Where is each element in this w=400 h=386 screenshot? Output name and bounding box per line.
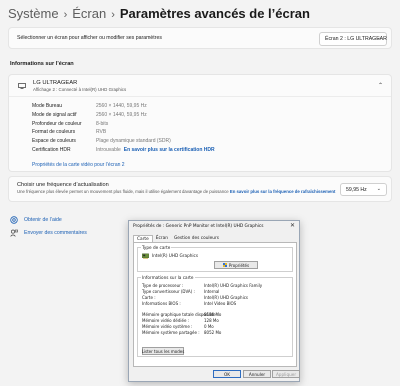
adapter-type-group: Type de carte Intel(R) UHD Graphics Prop… <box>137 245 293 272</box>
breadcrumb-system[interactable]: Système <box>8 6 59 21</box>
refresh-rate-card: Choisir une fréquence d’actualisation Un… <box>8 176 392 202</box>
display-select-label: Sélectionner un écran pour afficher ou m… <box>17 35 162 41</box>
property-row: Certification HDR Introuvable En savoir pl… <box>32 147 382 156</box>
display-info-card: LG ULTRAGEAR Affichage 2 : Connecté à In… <box>8 74 392 172</box>
dialog-title: Propriétés de : Generic PnP Monitor et I… <box>133 224 264 229</box>
dialog-tabs: Carte Écran Gestion des couleurs <box>133 235 222 242</box>
info-key: Informations BIOS : <box>142 301 181 306</box>
adapter-info-group: Informations sur la carte Type de proces… <box>137 275 293 357</box>
chevron-down-icon: ⌄ <box>376 35 381 41</box>
shield-icon <box>222 263 227 267</box>
info-row: Type convertisseur (DVA) : Internal <box>142 289 292 294</box>
display-properties: Mode Bureau 2560 × 1440, 59,95 Hz Mode de… <box>32 103 382 156</box>
list-all-modes-button[interactable]: Lister tous les modes <box>142 347 184 355</box>
refresh-rate-dropdown[interactable]: 59,95 Hz ⌄ <box>340 183 387 196</box>
refresh-rate-description: Une fréquence plus élevée permet un mouv… <box>17 189 229 194</box>
memory-row: Mémoire vidéo dédiée : 128 Mo <box>142 318 292 323</box>
section-title: Informations sur l’écran <box>10 61 74 67</box>
memory-key: Mémoire vidéo système : <box>142 324 193 329</box>
property-key: Format de couleurs <box>32 129 76 136</box>
property-row: Profondeur de couleur 8-bits <box>32 121 382 130</box>
memory-row: Mémoire système partagée : 8052 Mo <box>142 330 292 335</box>
tab-monitor[interactable]: Écran <box>153 235 171 242</box>
memory-value: 0 Mo <box>204 324 214 329</box>
memory-row: Mémoire vidéo système : 0 Mo <box>142 324 292 329</box>
adapter-info-label: Informations sur la carte <box>141 275 195 280</box>
display-select-card: Sélectionner un écran pour afficher ou m… <box>8 27 392 49</box>
refresh-rate-learn-more-link[interactable]: En savoir plus sur la fréquence de rafra… <box>230 189 336 194</box>
feedback-icon <box>10 229 18 237</box>
adapter-properties-dialog: Propriétés de : Generic PnP Monitor et I… <box>128 220 300 382</box>
property-value: Plage dynamique standard (SDR) <box>96 138 171 145</box>
feedback-link[interactable]: Envoyer des commentaires <box>10 229 87 237</box>
breadcrumb-separator: › <box>63 9 68 21</box>
tab-color-management[interactable]: Gestion des couleurs <box>171 235 222 242</box>
tab-adapter[interactable]: Carte <box>133 235 153 242</box>
breadcrumb-separator: › <box>111 9 115 21</box>
chevron-down-icon: ⌄ <box>376 186 381 192</box>
hdr-certification-link[interactable]: En savoir plus sur la certification HDR <box>124 147 215 153</box>
adapter-type-label: Type de carte <box>141 245 172 250</box>
monitor-icon <box>18 83 26 89</box>
get-help-link[interactable]: Obtenir de l’aide <box>10 216 62 224</box>
memory-row: Mémoire graphique totale disponible :818… <box>142 312 292 317</box>
refresh-rate-value: 59,95 Hz <box>346 187 367 193</box>
info-row: Type de processeur : Intel(R) UHD Graphic… <box>142 283 292 288</box>
memory-key: Mémoire vidéo dédiée : <box>142 318 190 323</box>
property-value: 2560 × 1440, 59,95 Hz <box>96 103 147 109</box>
info-value: Internal <box>204 289 220 294</box>
property-key: Mode Bureau <box>32 103 63 109</box>
info-row: Informations BIOS : Intel Video BIOS <box>142 301 292 306</box>
display-info-header[interactable]: LG ULTRAGEAR Affichage 2 : Connecté à In… <box>9 75 391 97</box>
properties-button-label: Propriétés <box>228 262 250 268</box>
ok-button[interactable]: OK <box>213 370 241 378</box>
page-title: Paramètres avancés de l’écran <box>119 6 310 21</box>
refresh-rate-description-block: Une fréquence plus élevée permet un mouv… <box>17 189 343 195</box>
apply-button[interactable]: Appliquer <box>272 370 300 378</box>
monitor-subtitle: Affichage 2 : Connecté à Intel(R) UHD Gr… <box>33 87 127 92</box>
property-key: Mode de signal actif <box>32 111 77 118</box>
property-key: Certification HDR <box>32 146 71 153</box>
property-key: Profondeur de couleur <box>32 120 82 127</box>
monitor-name: LG ULTRAGEAR <box>33 80 78 86</box>
memory-value: 8052 Mo <box>204 330 222 335</box>
adapter-properties-link[interactable]: Propriétés de la carte vidéo pour l’écra… <box>32 162 125 168</box>
hdr-status: Introuvable <box>96 146 121 153</box>
property-row: Espace de couleurs Plage dynamique standa… <box>32 138 382 147</box>
property-key: Espace de couleurs <box>32 138 76 145</box>
help-icon <box>10 216 18 224</box>
refresh-rate-title: Choisir une fréquence d’actualisation <box>17 182 109 188</box>
memory-value: 128 Mo <box>204 318 219 323</box>
graphics-card-icon <box>142 253 149 259</box>
info-key: Type convertisseur (DVA) : <box>142 289 195 294</box>
get-help-label: Obtenir de l’aide <box>24 217 62 223</box>
adapter-tab-panel: Type de carte Intel(R) UHD Graphics Prop… <box>133 242 297 367</box>
breadcrumb-display[interactable]: Écran <box>72 6 106 21</box>
info-row: Carte : Intel(R) UHD Graphics <box>142 295 292 300</box>
memory-value: 8180 Mo <box>204 312 222 317</box>
chevron-up-icon[interactable]: ⌃ <box>378 82 383 89</box>
property-value: 2560 × 1440, 59,95 Hz <box>96 111 147 118</box>
property-row: Format de couleurs RVB <box>32 129 382 138</box>
property-value: RVB <box>96 129 107 136</box>
feedback-label: Envoyer des commentaires <box>24 230 87 236</box>
breadcrumb: Système › Écran › Paramètres avancés de … <box>8 6 310 21</box>
adapter-name: Intel(R) UHD Graphics <box>152 253 199 258</box>
close-icon[interactable]: ✕ <box>290 222 295 229</box>
property-value: 8-bits <box>96 120 109 127</box>
cancel-button[interactable]: Annuler <box>243 370 271 378</box>
property-row: Mode Bureau 2560 × 1440, 59,95 Hz <box>32 103 382 112</box>
property-value: Introuvable En savoir plus sur la certifi… <box>96 147 215 153</box>
info-key: Type de processeur : <box>142 283 184 288</box>
property-row: Mode de signal actif 2560 × 1440, 59,95 H… <box>32 112 382 121</box>
info-value: Intel Video BIOS <box>204 301 237 306</box>
info-value: Intel(R) UHD Graphics <box>204 295 248 300</box>
info-key: Carte : <box>142 295 156 300</box>
memory-key: Mémoire système partagée : <box>142 330 200 335</box>
display-select-dropdown[interactable]: Écran 2 : LG ULTRAGEAR ⌄ <box>319 32 387 46</box>
properties-button[interactable]: Propriétés <box>214 261 258 269</box>
info-value: Intel(R) UHD Graphics Family <box>204 283 263 288</box>
